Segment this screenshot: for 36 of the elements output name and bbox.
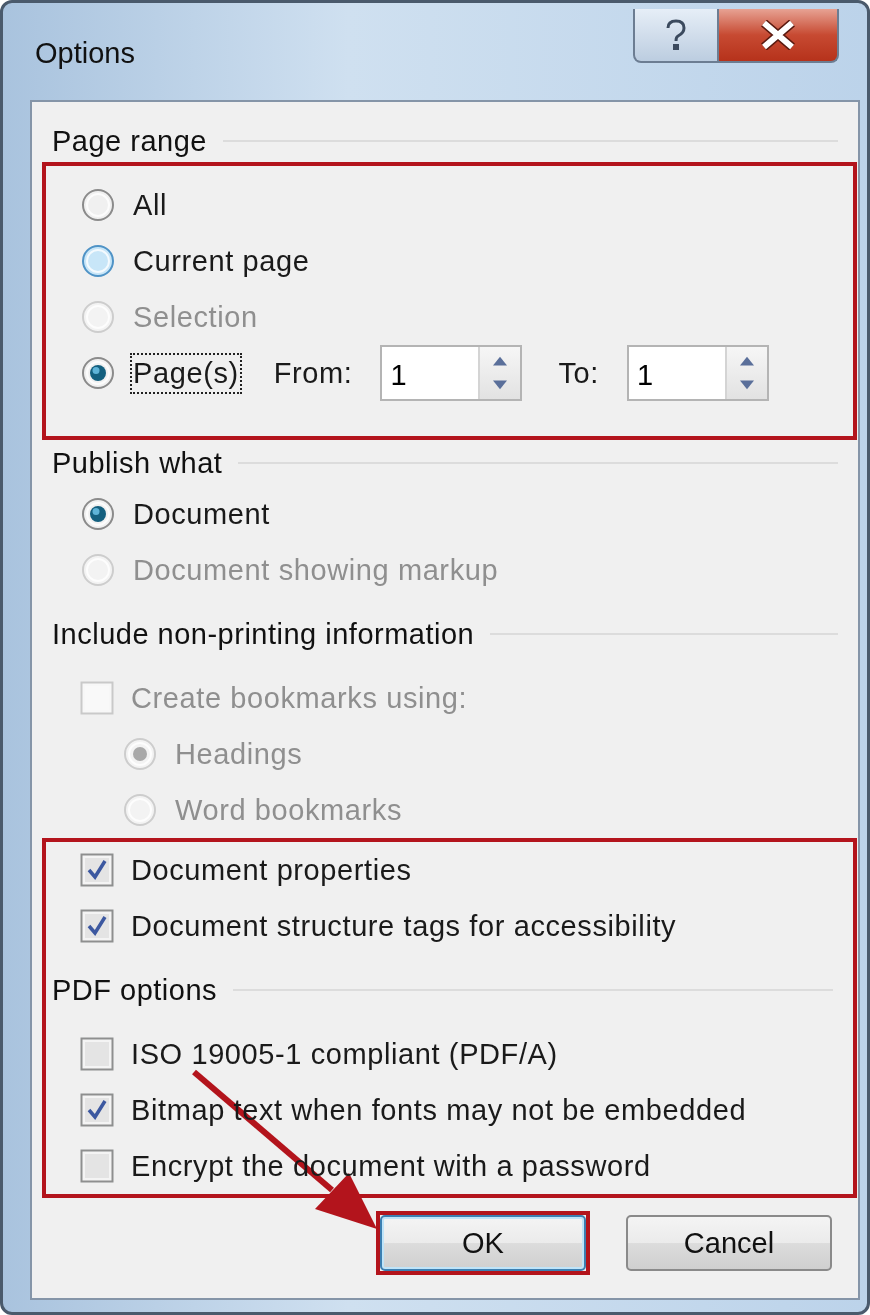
checkbox[interactable] <box>80 1037 114 1071</box>
option-label: Document <box>132 496 271 532</box>
close-icon <box>759 20 797 50</box>
radio-button[interactable] <box>80 355 116 391</box>
group-heading: Include non-printing information <box>52 617 475 651</box>
radio-button[interactable] <box>80 496 116 532</box>
checkbox[interactable] <box>80 1093 114 1127</box>
window-title: Options <box>35 37 135 70</box>
option-label: Document showing markup <box>132 552 500 588</box>
group-heading: Page range <box>52 124 207 158</box>
radio-button[interactable] <box>80 187 116 223</box>
option-label: Document structure tags for accessibility <box>130 908 678 944</box>
option-label: Page(s) <box>130 352 242 394</box>
group-heading: PDF options <box>52 973 218 1007</box>
group-heading: Publish what <box>52 446 223 480</box>
option-label: Word bookmarks <box>174 792 404 828</box>
ok-button[interactable]: OK <box>380 1215 586 1271</box>
help-button[interactable] <box>633 9 719 63</box>
field-label: To: <box>558 356 599 390</box>
option-label: Selection <box>132 299 259 335</box>
checkbox[interactable] <box>80 1149 114 1183</box>
radio-button[interactable] <box>80 243 116 279</box>
option-label: Document properties <box>130 852 413 888</box>
option-label: Create bookmarks using: <box>130 680 469 716</box>
option-label: Headings <box>174 736 304 772</box>
help-icon <box>664 18 688 52</box>
field-label: From: <box>273 356 353 390</box>
option-label: Current page <box>132 243 311 279</box>
checkbox[interactable] <box>80 909 114 943</box>
option-label: All <box>132 187 169 223</box>
spin-field[interactable]: 1 <box>626 345 769 401</box>
cancel-button[interactable]: Cancel <box>626 1215 832 1271</box>
close-button[interactable] <box>719 9 839 63</box>
option-label: ISO 19005-1 compliant (PDF/A) <box>130 1036 559 1072</box>
spin-field[interactable]: 1 <box>380 345 523 401</box>
checkbox[interactable] <box>80 853 114 887</box>
